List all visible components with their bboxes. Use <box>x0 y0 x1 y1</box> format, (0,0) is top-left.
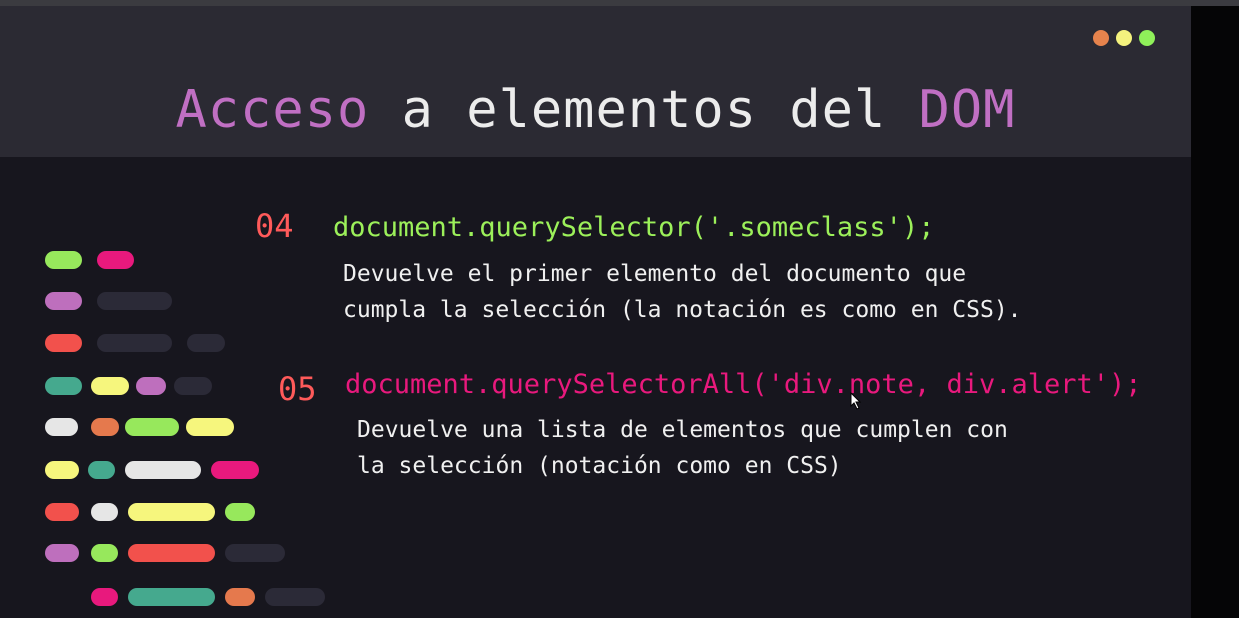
description-line: cumpla la selección (la notación es como… <box>343 297 1022 323</box>
code-line-pill <box>187 334 225 352</box>
code-line-pill <box>45 461 79 479</box>
code-line-pill <box>125 461 201 479</box>
code-line-pill <box>136 377 166 395</box>
code-line-pill <box>45 251 82 269</box>
code-line-pill <box>91 418 119 436</box>
code-line-pill <box>97 334 172 352</box>
code-line-pill <box>128 503 215 521</box>
code-line-pill <box>45 544 79 562</box>
code-line-pill <box>128 588 215 606</box>
code-line-pill <box>211 461 259 479</box>
code-query-selector-all: document.querySelectorAll('div.note, div… <box>345 369 1142 400</box>
code-line-pill <box>88 461 115 479</box>
dot-yellow-icon <box>1116 30 1132 46</box>
dot-green-icon <box>1139 30 1155 46</box>
code-line-pill <box>174 377 212 395</box>
title-highlight-dom: DOM <box>918 80 1016 140</box>
code-query-selector: document.querySelector('.someclass'); <box>333 212 935 243</box>
code-line-pill <box>45 292 82 310</box>
code-line-pill <box>97 292 172 310</box>
code-line-pill <box>45 418 78 436</box>
description-line: Devuelve una lista de elementos que cump… <box>357 417 1008 443</box>
code-line-pill <box>265 588 325 606</box>
code-line-pill <box>186 418 234 436</box>
item-number-04: 04 <box>255 207 294 245</box>
code-line-pill <box>91 588 118 606</box>
code-line-pill <box>125 418 179 436</box>
window-dots <box>1093 30 1155 46</box>
dot-orange-icon <box>1093 30 1109 46</box>
code-line-pill <box>128 544 215 562</box>
code-line-pill <box>45 334 82 352</box>
code-line-pill <box>225 544 285 562</box>
right-margin <box>1191 6 1239 618</box>
slide-header: Acceso a elementos del DOM <box>0 6 1191 157</box>
code-line-pill <box>91 503 118 521</box>
code-line-pill <box>97 251 134 269</box>
slide: Acceso a elementos del DOM 04 document.q… <box>0 6 1191 618</box>
title-highlight-acceso: Acceso <box>175 80 370 140</box>
code-line-pill <box>45 503 79 521</box>
item-number-05: 05 <box>278 370 317 408</box>
description-line: la selección (notación como en CSS) <box>357 453 842 479</box>
mouse-cursor-icon <box>850 392 862 410</box>
code-line-pill <box>91 377 129 395</box>
slide-title: Acceso a elementos del DOM <box>0 78 1191 142</box>
code-line-pill <box>225 588 255 606</box>
code-line-pill <box>91 544 118 562</box>
code-line-pill <box>225 503 255 521</box>
title-middle: a elementos del <box>369 80 919 140</box>
description-line: Devuelve el primer elemento del document… <box>343 261 967 287</box>
code-line-pill <box>45 377 82 395</box>
